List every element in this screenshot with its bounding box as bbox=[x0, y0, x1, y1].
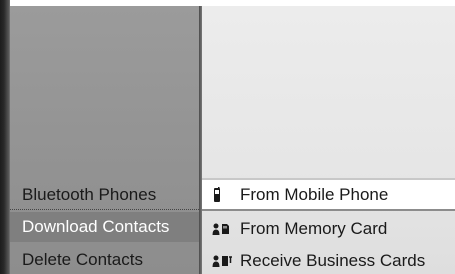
main-menu-item-label: Delete Contacts bbox=[22, 250, 143, 269]
left-bezel bbox=[0, 0, 10, 274]
mobile-phone-icon bbox=[212, 186, 234, 204]
submenu-item-from-mobile-phone[interactable]: From Mobile Phone bbox=[202, 178, 455, 211]
main-menu-item-label: Download Contacts bbox=[22, 217, 170, 236]
main-menu-item-bluetooth-phones[interactable]: Bluetooth Phones bbox=[10, 180, 199, 210]
main-menu-item-label: Bluetooth Phones bbox=[22, 185, 157, 204]
submenu-item-label: Receive Business Cards bbox=[240, 250, 426, 270]
main-menu-item-delete-contacts[interactable]: Delete Contacts bbox=[10, 245, 199, 274]
submenu-item-receive-business-cards[interactable]: Receive Business Cards bbox=[202, 245, 455, 274]
memory-card-icon bbox=[212, 220, 234, 238]
main-menu-item-download-contacts[interactable]: Download Contacts bbox=[10, 212, 199, 242]
submenu-item-label: From Memory Card bbox=[240, 218, 388, 238]
business-card-bt-icon bbox=[212, 252, 234, 270]
submenu-item-label: From Mobile Phone bbox=[240, 184, 389, 204]
phone-menu-screen: Bluetooth Phones Download Contacts Delet… bbox=[0, 0, 455, 274]
submenu-item-from-memory-card[interactable]: From Memory Card bbox=[202, 213, 455, 244]
